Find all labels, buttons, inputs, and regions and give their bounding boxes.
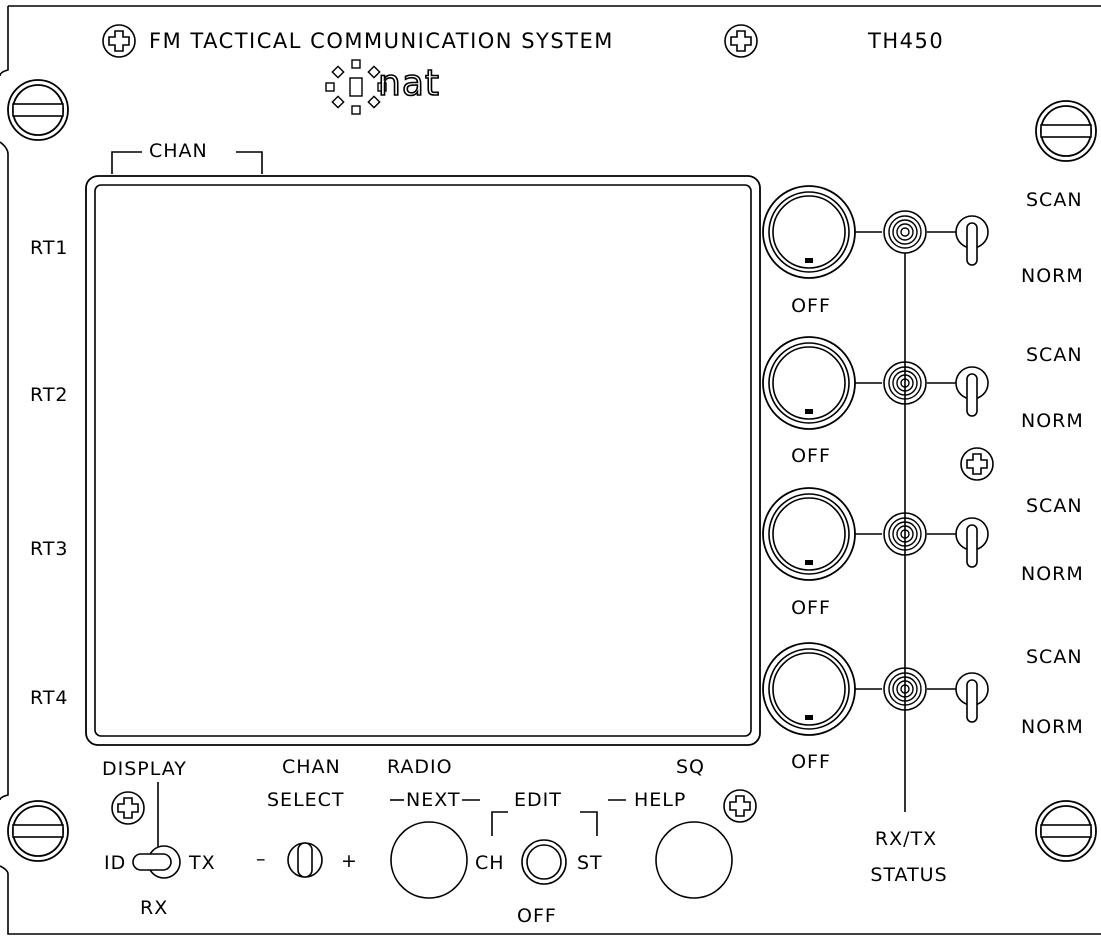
row-label-rt1: RT1 [30,237,69,259]
screw-help [723,789,757,823]
rt2-scan-norm-toggle[interactable] [955,366,989,417]
screw-title-right [724,24,758,58]
chan-column-label: CHAN [149,140,208,162]
screw-right-middle [960,447,994,481]
rt1-scan-label: SCAN [1026,189,1083,211]
edit-st-label: ST [577,852,603,874]
rt1-volume-knob[interactable] [762,185,856,279]
edit-off-label: OFF [517,905,557,927]
rt3-volume-knob[interactable] [762,487,856,581]
rt3-scan-norm-toggle[interactable] [955,517,989,568]
sq-label: SQ [676,756,706,778]
rt2-volume-knob[interactable] [762,336,856,430]
display-id-label: ID [104,852,127,874]
radio-next-button[interactable] [390,821,468,899]
mounting-screw-bottom-left [7,800,69,862]
rt3-scan-label: SCAN [1026,495,1083,517]
screw-title-left [102,24,136,58]
radio-row-2 [762,336,989,430]
rx-tx-label: RX/TX [874,828,938,850]
radio-row-4 [762,642,989,736]
rt1-status-led-icon [883,210,927,254]
radio-next-label-line1: RADIO [387,756,453,778]
help-label: HELP [634,789,687,811]
chan-select-label-line2: SELECT [267,789,345,811]
radio-next-label-line2: NEXT [406,789,461,811]
row-label-rt4: RT4 [30,687,69,709]
mounting-screw-top-left [7,79,69,141]
screw-display-switch [111,791,145,825]
brand-logo-text: nat [377,63,440,104]
display-switch-label: DISPLAY [102,758,187,780]
edit-label: EDIT [514,789,562,811]
display-rx-label: RX [140,897,169,919]
edit-ch-label: CH [475,852,505,874]
display-tx-label: TX [189,852,216,874]
display-screen-inner [94,184,752,737]
rt3-off-label: OFF [791,597,831,619]
model-number: TH450 [868,29,945,53]
chan-select-thumbwheel[interactable] [287,842,323,878]
display-toggle-switch[interactable] [132,845,181,879]
chan-select-label-line1: CHAN [282,756,341,778]
radio-row-1 [762,185,989,279]
chan-plus-label: + [341,850,358,872]
panel-title: FM TACTICAL COMMUNICATION SYSTEM [149,29,614,53]
rt4-volume-knob[interactable] [762,642,856,736]
nat-logo-icon [325,59,387,115]
mounting-screw-bottom-right [1035,800,1097,862]
rt4-scan-label: SCAN [1026,646,1083,668]
rt2-norm-label: NORM [1021,410,1084,432]
rt4-scan-norm-toggle[interactable] [955,672,989,723]
mounting-screw-top-right [1035,100,1097,162]
radio-row-3 [762,487,989,581]
rt1-norm-label: NORM [1021,265,1084,287]
rt4-norm-label: NORM [1021,716,1084,738]
th450-front-panel: FM TACTICAL COMMUNICATION SYSTEM TH450 n… [0,0,1101,937]
edit-bracket [491,811,598,836]
rt4-off-label: OFF [791,751,831,773]
sq-help-button[interactable] [655,821,733,899]
rt2-scan-label: SCAN [1026,344,1083,366]
rt2-off-label: OFF [791,445,831,467]
chan-minus-label: – [256,848,267,870]
edit-rotary-switch[interactable] [521,839,567,885]
row-label-rt2: RT2 [30,384,69,406]
row-label-rt3: RT3 [30,538,69,560]
rt1-off-label: OFF [791,295,831,317]
rt3-norm-label: NORM [1021,563,1084,585]
rt1-scan-norm-toggle[interactable] [955,215,989,266]
status-label: STATUS [870,864,948,886]
